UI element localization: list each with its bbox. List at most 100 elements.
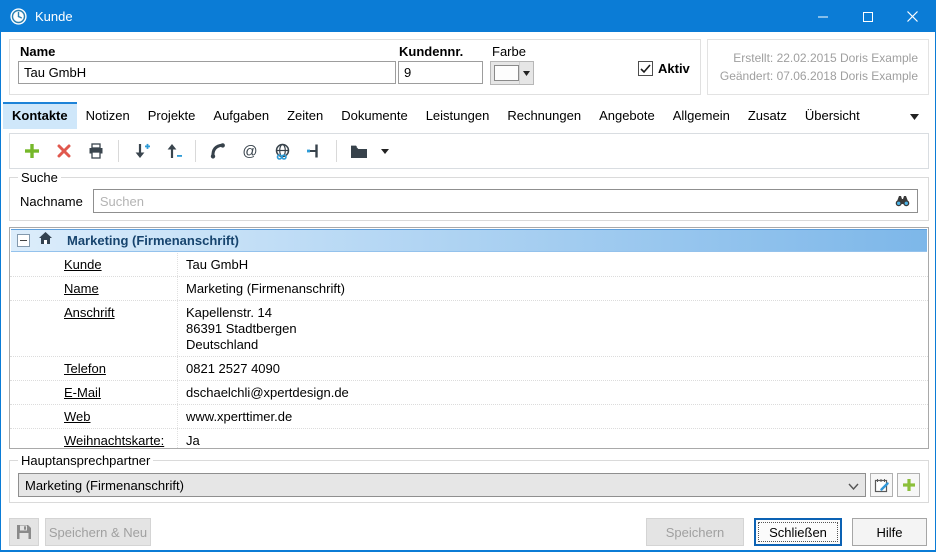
edit-contact-button[interactable] [870,473,893,497]
row-value: Marketing (Firmenanschrift) [177,277,928,300]
binoculars-icon[interactable] [894,194,911,212]
nachname-label: Nachname [20,194,83,209]
footer-bar: Speichern & Neu Speichern Schließen Hilf… [9,517,927,547]
tab-notizen[interactable]: Notizen [77,102,139,129]
hierarchy-button[interactable] [300,137,328,165]
contact-row-anschrift: Anschrift Kapellenstr. 14 86391 Stadtber… [10,301,928,357]
color-picker[interactable] [490,61,534,85]
contact-row-web: Web www.xperttimer.de [10,405,928,429]
row-label[interactable]: Name [64,277,177,300]
tab-zusatz[interactable]: Zusatz [739,102,796,129]
contact-row-name: Name Marketing (Firmenanschrift) [10,277,928,301]
row-label[interactable]: E-Mail [64,381,177,404]
delete-contact-button[interactable] [50,137,78,165]
close-dialog-button[interactable]: Schließen [754,518,842,546]
collapse-button[interactable] [17,234,30,247]
add-main-contact-button[interactable] [897,473,920,497]
search-input[interactable] [93,189,918,213]
row-label[interactable]: Telefon [64,357,177,380]
chevron-down-icon[interactable] [519,62,533,84]
print-button[interactable] [82,137,110,165]
email-contact-button[interactable]: @ [236,137,264,165]
export-contact-button[interactable] [159,137,187,165]
contact-list: Marketing (Firmenanschrift) Kunde Tau Gm… [9,227,929,449]
audit-info-box: Erstellt: 22.02.2015 Doris Example Geänd… [707,39,929,95]
toolbar-separator [195,140,196,162]
row-value: Ja [177,429,928,449]
row-value: dschaelchli@xpertdesign.de [177,381,928,404]
maximize-button[interactable] [845,1,890,32]
minimize-button[interactable] [800,1,845,32]
folder-menu-button[interactable] [377,137,393,165]
maximize-icon [863,12,873,22]
tab-angebote[interactable]: Angebote [590,102,664,129]
contact-row-email: E-Mail dschaelchli@xpertdesign.de [10,381,928,405]
farbe-label: Farbe [492,44,526,59]
search-group: Suche Nachname [9,170,929,221]
contact-row-kunde: Kunde Tau GmbH [10,253,928,277]
tab-dokumente[interactable]: Dokumente [332,102,416,129]
at-icon: @ [241,142,259,160]
aktiv-label: Aktiv [658,61,690,76]
tab-zeiten[interactable]: Zeiten [278,102,332,129]
call-contact-button[interactable] [204,137,232,165]
search-legend: Suche [18,170,61,185]
main-contact-group: Hauptansprechpartner Marketing (Firmenan… [9,453,929,503]
tab-allgemein[interactable]: Allgemein [664,102,739,129]
help-button[interactable]: Hilfe [852,518,927,546]
toolbar-separator [336,140,337,162]
plus-icon [24,143,40,159]
tab-bar: Kontakte Notizen Projekte Aufgaben Zeite… [3,102,933,129]
globe-link-icon [274,143,291,160]
contact-row-weihnachtskarte: Weihnachtskarte: Ja [10,429,928,449]
save-button[interactable]: Speichern [646,518,744,546]
chevron-down-icon [381,149,389,154]
close-icon [907,11,918,22]
folder-icon [350,144,368,159]
open-folder-button[interactable] [345,137,373,165]
toolbar-separator [118,140,119,162]
titlebar: Kunde [1,1,935,32]
printer-icon [88,143,104,159]
save-and-new-button[interactable]: Speichern & Neu [45,518,151,546]
tab-overflow-button[interactable] [910,107,919,125]
aktiv-checkbox[interactable] [638,61,653,76]
close-button[interactable] [890,1,935,32]
svg-text:@: @ [242,143,257,160]
add-contact-button[interactable] [18,137,46,165]
tab-rechnungen[interactable]: Rechnungen [498,102,590,129]
main-contact-value: Marketing (Firmenanschrift) [25,478,184,493]
import-contact-button[interactable] [127,137,155,165]
tab-projekte[interactable]: Projekte [139,102,205,129]
arrow-up-minus-icon [165,143,182,159]
open-website-button[interactable] [268,137,296,165]
row-value: Kapellenstr. 14 86391 Stadtbergen Deutsc… [177,301,928,356]
edit-note-icon [874,478,889,493]
color-swatch [494,65,519,81]
main-contact-select[interactable]: Marketing (Firmenanschrift) [18,473,866,497]
minus-icon [20,240,27,241]
hierarchy-icon [306,143,322,159]
main-contact-legend: Hauptansprechpartner [18,453,153,468]
phone-icon [210,143,226,159]
contact-record-header[interactable]: Marketing (Firmenanschrift) [11,229,927,252]
chevron-down-icon [848,478,859,493]
kundennr-input[interactable] [398,61,483,84]
created-text: Erstellt: 22.02.2015 Doris Example [733,51,918,65]
tab-leistungen[interactable]: Leistungen [417,102,499,129]
kundennr-label: Kundennr. [399,44,463,59]
tab-uebersicht[interactable]: Übersicht [796,102,869,129]
tab-kontakte[interactable]: Kontakte [3,102,77,129]
row-label[interactable]: Anschrift [64,301,177,356]
row-value: www.xperttimer.de [177,405,928,428]
row-label[interactable]: Web [64,405,177,428]
customer-header-group: Name Kundennr. Farbe Aktiv [9,39,701,95]
floppy-icon [16,524,32,540]
name-input[interactable] [18,61,396,84]
row-label[interactable]: Weihnachtskarte: [64,429,177,449]
tab-aufgaben[interactable]: Aufgaben [204,102,278,129]
row-label[interactable]: Kunde [64,253,177,276]
save-icon-button[interactable] [9,518,39,546]
modified-text: Geändert: 07.06.2018 Doris Example [720,69,918,83]
home-icon [38,231,53,250]
